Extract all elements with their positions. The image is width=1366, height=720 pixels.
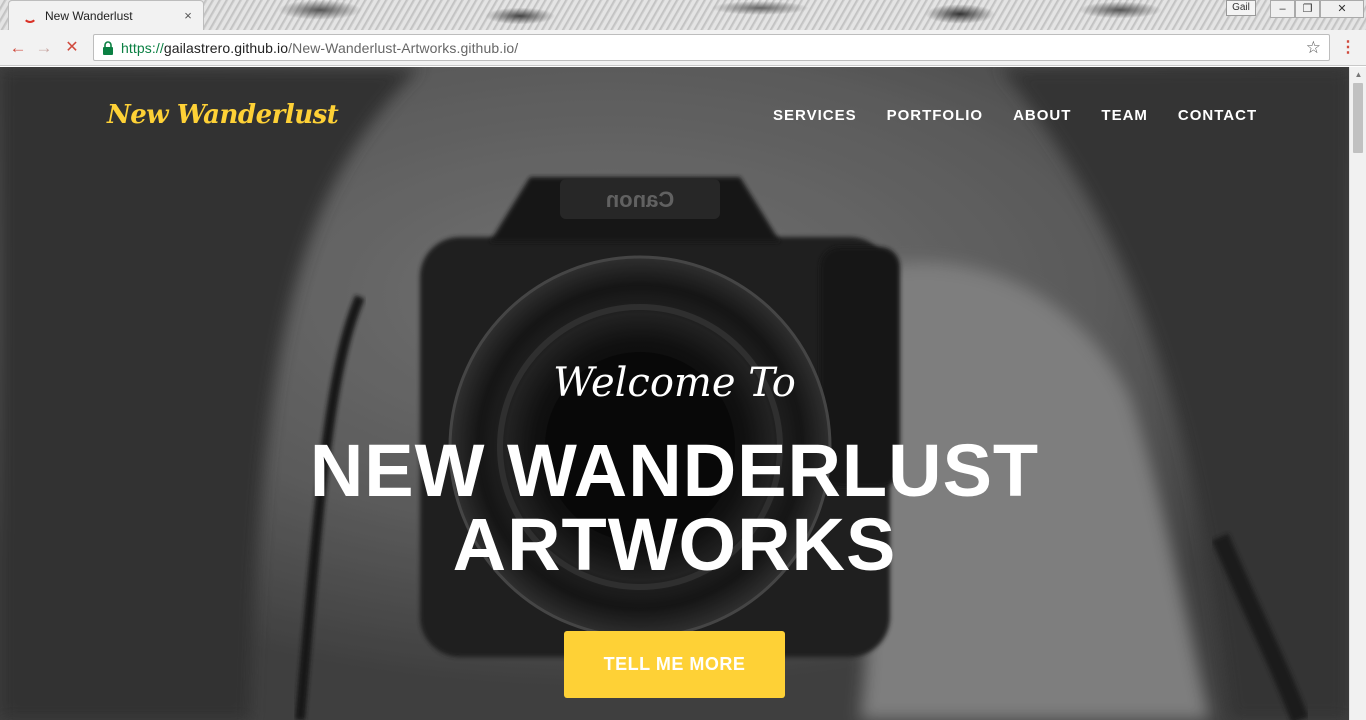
window-minimize-button[interactable]: ‒	[1270, 0, 1295, 18]
window-restore-button[interactable]: ❐	[1295, 0, 1320, 18]
chrome-menu-icon[interactable]: ⋮	[1340, 38, 1356, 58]
loading-spinner-icon	[23, 9, 37, 23]
nav-link-portfolio[interactable]: PORTFOLIO	[887, 107, 984, 124]
url-text: https://gailastrero.github.io/New-Wander…	[121, 40, 518, 56]
scroll-thumb[interactable]	[1353, 83, 1363, 153]
lock-icon	[103, 40, 113, 55]
intro-heading-line2: ARTWORKS	[452, 503, 897, 586]
intro-lead-text: Welcome To	[553, 360, 796, 406]
nav-link-contact[interactable]: CONTACT	[1178, 107, 1257, 124]
main-nav: SERVICES PORTFOLIO ABOUT TEAM CONTACT	[773, 107, 1257, 124]
tab-close-icon[interactable]: ×	[181, 8, 195, 23]
bookmark-star-icon[interactable]: ☆	[1306, 38, 1321, 58]
nav-link-team[interactable]: TEAM	[1101, 107, 1148, 124]
brand-logo[interactable]: New Wanderlust	[107, 100, 339, 130]
tab-title: New Wanderlust	[45, 8, 133, 23]
scroll-up-arrow-icon[interactable]: ▲	[1354, 70, 1363, 79]
url-path: /New-Wanderlust-Artworks.github.io/	[288, 39, 519, 56]
page-viewport: Canon New Wanderlust SERVICES PORTFOLIO …	[0, 67, 1349, 720]
browser-titlebar: New Wanderlust × Gail ‒ ❐ ✕	[0, 0, 1366, 30]
back-arrow-icon[interactable]: ←	[8, 38, 28, 58]
nav-link-services[interactable]: SERVICES	[773, 107, 857, 124]
address-bar[interactable]: https://gailastrero.github.io/New-Wander…	[93, 34, 1330, 61]
tell-me-more-button[interactable]: TELL ME MORE	[564, 631, 785, 698]
browser-toolbar: ← → ✕ https://gailastrero.github.io/New-…	[0, 30, 1366, 66]
url-scheme: https://	[121, 39, 164, 56]
intro-heading-line1: NEW WANDERLUST	[309, 429, 1040, 512]
forward-arrow-icon[interactable]: →	[34, 38, 54, 58]
page-scrollbar[interactable]: ▲	[1349, 67, 1366, 720]
stop-loading-icon[interactable]: ✕	[62, 38, 82, 58]
url-host: gailastrero.github.io	[163, 39, 289, 56]
browser-tab[interactable]: New Wanderlust ×	[8, 0, 204, 30]
intro-heading: NEW WANDERLUST ARTWORKS	[0, 434, 1349, 582]
window-close-button[interactable]: ✕	[1320, 0, 1364, 18]
profile-button[interactable]: Gail	[1226, 0, 1256, 16]
nav-link-about[interactable]: ABOUT	[1013, 107, 1071, 124]
